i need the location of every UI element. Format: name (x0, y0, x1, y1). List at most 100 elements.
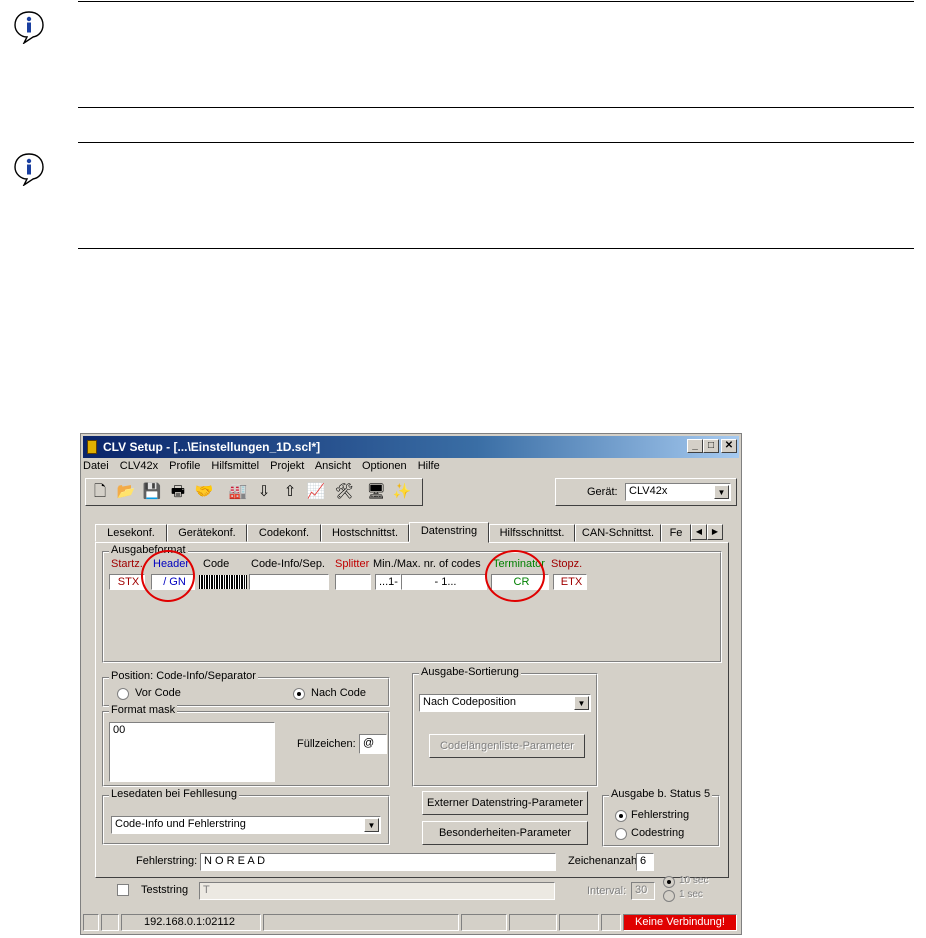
lesedaten-value: Code-Info und Fehlerstring (115, 818, 246, 830)
app-window: CLV Setup - [...\Einstellungen_1D.scl*] … (80, 433, 742, 935)
fehlerstring-field[interactable]: N O R E A D (200, 853, 556, 871)
terminator-highlight-circle (485, 550, 545, 602)
device-label: Gerät: (587, 486, 618, 498)
sortierung-label: Ausgabe-Sortierung (419, 666, 521, 678)
startz-field[interactable]: STX (109, 574, 145, 590)
info-icon (14, 153, 44, 186)
position-group: Position: Code-Info/Separator Vor Code N… (102, 670, 390, 707)
device-upload-icon[interactable]: 🏭 (227, 481, 249, 503)
tab-can-schnittst[interactable]: CAN-Schnittst. (575, 524, 661, 542)
status-cell-7 (559, 914, 599, 931)
sortierung-group: Ausgabe-Sortierung Nach Codeposition ▼ C… (412, 666, 598, 787)
lesedaten-select[interactable]: Code-Info und Fehlerstring ▼ (111, 816, 381, 834)
max-codes-field[interactable]: - 1... (401, 574, 487, 590)
chevron-down-icon[interactable]: ▼ (714, 485, 729, 499)
open-folder-icon[interactable]: 📂 (115, 481, 137, 503)
codeinfo-field[interactable] (249, 574, 329, 590)
upload-from-device-icon[interactable]: ⇧ (279, 481, 301, 503)
status-cell-5 (461, 914, 507, 931)
col-code: Code (203, 558, 230, 570)
window-title: CLV Setup - [...\Einstellungen_1D.scl*] (103, 440, 321, 454)
teststring-checkbox[interactable] (117, 884, 129, 896)
zeichenanzahl-label: Zeichenanzahl (568, 855, 640, 867)
tab-geraetekonf[interactable]: Gerätekonf. (167, 524, 247, 542)
nach-code-label: Nach Code (311, 687, 367, 699)
menu-hilfsmittel[interactable]: Hilfsmittel (211, 460, 259, 472)
zeichenanzahl-field[interactable]: 6 (636, 853, 654, 871)
new-file-icon[interactable]: 🗋 (89, 481, 111, 503)
stopz-field[interactable]: ETX (553, 574, 587, 590)
app-icon[interactable] (87, 440, 97, 454)
save-icon[interactable]: 💾 (141, 481, 163, 503)
tab-scroll-left-button[interactable]: ◀ (691, 524, 707, 540)
chevron-down-icon[interactable]: ▼ (364, 818, 379, 832)
interval-field[interactable]: 30 (631, 882, 655, 900)
print-icon[interactable]: 🖶 (167, 481, 189, 503)
besonderheiten-button[interactable]: Besonderheiten-Parameter (422, 821, 588, 845)
chevron-down-icon[interactable]: ▼ (574, 696, 589, 710)
tools-icon[interactable]: 🛠 (333, 481, 355, 503)
sortierung-value: Nach Codeposition (423, 696, 516, 708)
menu-datei[interactable]: Datei (83, 460, 109, 472)
datenstring-panel: Ausgabeformat Startz. Header Code Code-I… (95, 542, 729, 878)
handshake-icon[interactable]: 🤝 (193, 481, 215, 503)
status-cell-4 (263, 914, 459, 931)
min-codes-field[interactable]: ...1- (375, 574, 401, 590)
nach-code-radio[interactable] (293, 688, 305, 700)
fehlerstring-radio[interactable] (615, 810, 627, 822)
teststring-label: Teststring (141, 884, 189, 896)
wizard-icon[interactable]: ✨ (391, 481, 413, 503)
interval-label: Interval: (587, 885, 627, 897)
note-rule-bottom-1 (78, 107, 914, 108)
interval-10sec-radio[interactable] (663, 876, 675, 888)
tab-hilfsschnittst[interactable]: Hilfsschnittst. (489, 524, 575, 542)
splitter-field[interactable] (335, 574, 371, 590)
chart-icon[interactable]: 📈 (305, 481, 327, 503)
tab-codekonf[interactable]: Codekonf. (247, 524, 321, 542)
title-bar[interactable]: CLV Setup - [...\Einstellungen_1D.scl*] … (83, 436, 739, 458)
status-cell-1 (83, 914, 99, 931)
monitor-icon[interactable]: 🖥 (365, 481, 387, 503)
tab-hostschnittst[interactable]: Hostschnittst. (321, 524, 409, 542)
note-rule-bottom-2 (78, 248, 914, 249)
menu-hilfe[interactable]: Hilfe (418, 460, 440, 472)
format-mask-label: Format mask (109, 704, 178, 716)
format-mask-textarea[interactable]: 00 (109, 722, 275, 782)
status-cell-6 (509, 914, 557, 931)
maximize-button[interactable]: □ (703, 439, 719, 453)
note-rule-top-1 (78, 1, 914, 2)
interval-1sec-radio[interactable] (663, 890, 675, 902)
tab-lesekonf[interactable]: Lesekonf. (95, 524, 167, 542)
vor-code-label: Vor Code (135, 687, 181, 699)
close-button[interactable]: ✕ (721, 439, 737, 453)
codelaengenliste-button[interactable]: Codelängenliste-Parameter (429, 734, 585, 758)
col-splitter: Splitter (335, 558, 370, 570)
header-highlight-circle (141, 550, 195, 602)
download-to-device-icon[interactable]: ⇩ (253, 481, 275, 503)
vor-code-radio[interactable] (117, 688, 129, 700)
tab-fe[interactable]: Fe (661, 524, 691, 542)
codestring-radio[interactable] (615, 828, 627, 840)
fill-char-label: Füllzeichen: (297, 738, 356, 750)
col-stopz: Stopz. (551, 558, 583, 570)
menu-ansicht[interactable]: Ansicht (315, 460, 351, 472)
device-select[interactable]: CLV42x ▼ (625, 483, 731, 501)
menu-profile[interactable]: Profile (169, 460, 200, 472)
menu-bar: Datei CLV42x Profile Hilfsmittel Projekt… (83, 460, 739, 478)
fill-char-field[interactable]: @ (359, 734, 387, 754)
minimize-button[interactable]: _ (687, 439, 703, 453)
col-codeinfo: Code-Info/Sep. (251, 558, 325, 570)
tab-scroll-right-button[interactable]: ▶ (707, 524, 723, 540)
interval-10sec-label: 10 sec (679, 875, 709, 886)
menu-projekt[interactable]: Projekt (270, 460, 304, 472)
codestring-radio-label: Codestring (631, 827, 685, 839)
externer-datenstring-button[interactable]: Externer Datenstring-Parameter (422, 791, 588, 815)
menu-clv42x[interactable]: CLV42x (120, 460, 158, 472)
interval-1sec-label: 1 sec (679, 889, 703, 899)
teststring-field[interactable]: T (199, 882, 555, 900)
tab-datenstring[interactable]: Datenstring (409, 522, 489, 543)
format-mask-group: Format mask 00 Füllzeichen: @ (102, 704, 390, 787)
menu-optionen[interactable]: Optionen (362, 460, 407, 472)
sortierung-select[interactable]: Nach Codeposition ▼ (419, 694, 591, 712)
status-cell-8 (601, 914, 621, 931)
